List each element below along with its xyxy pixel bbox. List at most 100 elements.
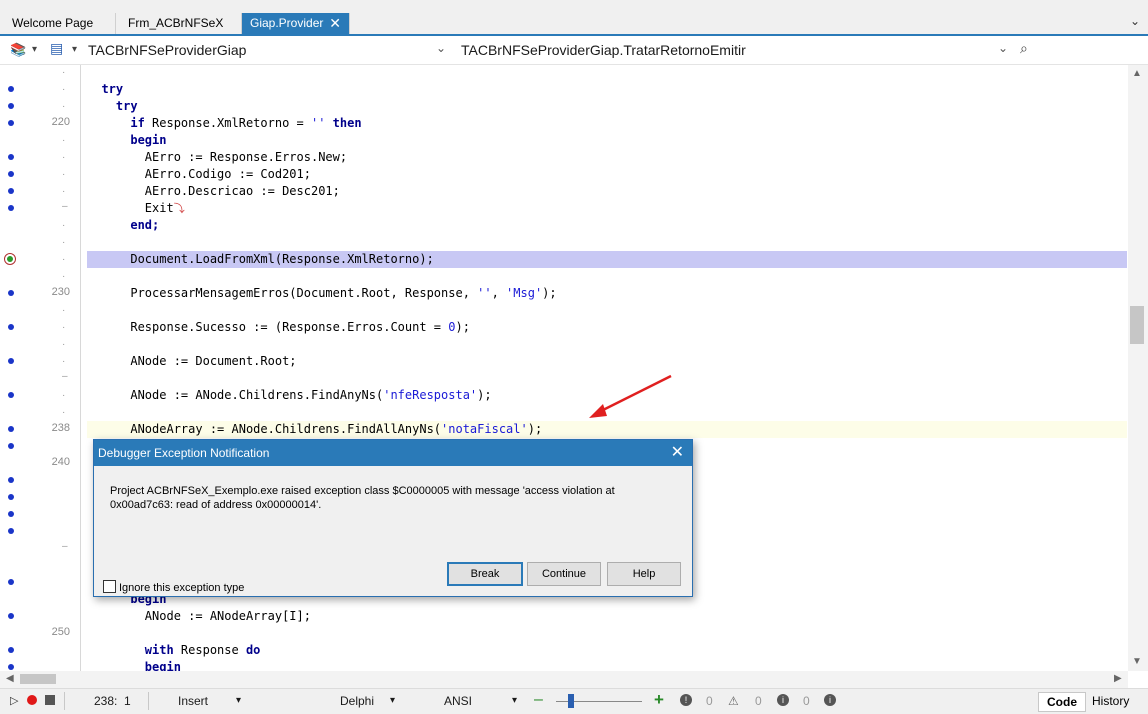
editor-gutter[interactable]: · · · 220 · · · · – · · · · 230 · · · · … [0, 65, 81, 671]
tab-welcome-page[interactable]: Welcome Page [0, 13, 116, 34]
keymap-selector[interactable]: Delphi [340, 694, 374, 708]
code-text: ANode := ANodeArray[I]; [144, 609, 311, 623]
breakpoint-dot[interactable] [8, 579, 14, 585]
keyword: with [144, 643, 174, 657]
history-tab-label: History [1092, 694, 1130, 708]
vertical-scroll-thumb[interactable] [1130, 306, 1144, 344]
breakpoint-dot[interactable] [8, 443, 14, 449]
method-combo[interactable]: TACBrNFSeProviderGiap.TratarRetornoEmiti… [461, 40, 981, 60]
exit-arrow-icon: ⤵ [173, 202, 185, 215]
horizontal-scrollbar[interactable] [0, 671, 1128, 688]
keyword: begin [130, 133, 167, 147]
breakpoint-dot[interactable] [8, 103, 14, 109]
breakpoint-dot[interactable] [8, 188, 14, 194]
class-combo-chevron-icon[interactable]: ⌄ [436, 41, 446, 55]
breakpoint-dot[interactable] [8, 154, 14, 160]
project-icon[interactable]: 📚 [10, 42, 26, 58]
breakpoint-dot[interactable] [8, 205, 14, 211]
keymap-dropdown-icon[interactable]: ▾ [390, 695, 395, 706]
info-icon[interactable]: i [824, 694, 836, 706]
tab-frm-acbrnfsex[interactable]: Frm_ACBrNFSeX [116, 13, 242, 34]
chevron-down-icon[interactable]: ▾ [72, 44, 77, 55]
status-bar: ▷ 238: 1 Insert ▾ Delphi ▾ ANSI ▾ – + ! … [0, 688, 1148, 714]
code-line: if Response.XmlRetorno = '' then [87, 115, 1127, 132]
encoding-selector[interactable]: ANSI [444, 694, 472, 708]
play-icon[interactable]: ▷ [10, 694, 18, 707]
error-icon[interactable]: ! [680, 694, 692, 706]
code-text: ANode := ANode.Childrens.FindAnyNs( [130, 388, 384, 402]
stop-icon[interactable] [45, 695, 55, 705]
checkbox-box[interactable] [103, 580, 116, 593]
hint-count: 0 [803, 694, 810, 708]
breakpoint-dot[interactable] [8, 86, 14, 92]
break-button[interactable]: Break [447, 562, 523, 586]
hint-icon[interactable]: i [777, 694, 789, 706]
breakpoint-dot[interactable] [8, 477, 14, 483]
breakpoint-dot[interactable] [8, 528, 14, 534]
tab-label: Frm_ACBrNFSeX [128, 16, 224, 30]
ignore-exception-checkbox[interactable]: Ignore this exception type [103, 580, 244, 594]
warning-icon[interactable]: ⚠ [728, 694, 739, 708]
breakpoint-dot[interactable] [8, 613, 14, 619]
tab-giap-provider[interactable]: Giap.Provider ✕ [242, 13, 350, 34]
scroll-left-icon[interactable]: ◀ [6, 673, 14, 684]
breakpoint-dot[interactable] [8, 358, 14, 364]
dialog-title-bar[interactable]: Debugger Exception Notification ✕ [94, 440, 692, 466]
class-list-icon[interactable]: ▤ [50, 40, 63, 57]
gutter-tick: · [62, 390, 66, 401]
continue-button[interactable]: Continue [527, 562, 601, 586]
string-literal: '' [310, 116, 326, 130]
scroll-right-icon[interactable]: ▶ [1114, 673, 1122, 684]
tab-list-chevron-icon[interactable]: ⌄ [1130, 14, 1140, 28]
gutter-tick: · [62, 152, 66, 163]
breakpoint-dot[interactable] [8, 647, 14, 653]
breakpoint-dot[interactable] [8, 120, 14, 126]
gutter-tick: – [62, 371, 68, 382]
breakpoint-dot[interactable] [8, 664, 14, 670]
gutter-tick: · [62, 356, 66, 367]
gutter-tick: · [62, 322, 66, 333]
chevron-down-icon[interactable]: ▾ [32, 44, 37, 55]
gutter-tick: · [62, 271, 66, 282]
help-button[interactable]: Help [607, 562, 681, 586]
search-icon[interactable]: ⌕ [1020, 40, 1028, 57]
breakpoint-dot[interactable] [8, 511, 14, 517]
code-navigation-bar: 📚 ▾ ▤ ▾ TACBrNFSeProviderGiap ⌄ TACBrNFS… [0, 36, 1148, 65]
zoom-out-icon[interactable]: – [534, 691, 543, 709]
close-tab-icon[interactable]: ✕ [329, 13, 341, 33]
insert-mode[interactable]: Insert [178, 694, 208, 708]
zoom-slider-thumb[interactable] [568, 694, 574, 708]
encoding-dropdown-icon[interactable]: ▾ [512, 695, 517, 706]
record-icon[interactable] [27, 695, 37, 705]
breakpoint-dot[interactable] [8, 392, 14, 398]
code-text: AErro.Descricao := Desc201; [144, 184, 340, 198]
code-text: Response.XmlRetorno = [144, 116, 311, 130]
breakpoint-dot[interactable] [8, 494, 14, 500]
execution-point-icon [4, 253, 16, 265]
divider [64, 692, 65, 710]
gutter-tick: · [62, 407, 66, 418]
breakpoint-dot[interactable] [8, 290, 14, 296]
code-text: ); [527, 422, 543, 436]
code-tab-label: Code [1047, 695, 1077, 709]
scroll-up-icon[interactable]: ▲ [1132, 68, 1142, 79]
mode-dropdown-icon[interactable]: ▾ [236, 695, 241, 706]
breakpoint-dot[interactable] [8, 324, 14, 330]
annotation-arrow-icon [589, 374, 672, 418]
horizontal-scroll-thumb[interactable] [20, 674, 56, 684]
method-combo-chevron-icon[interactable]: ⌄ [998, 41, 1008, 55]
breakpoint-dot[interactable] [8, 426, 14, 432]
line-number: 238 [51, 422, 70, 434]
code-line: Exit⤵ [87, 200, 1127, 217]
code-view-tab[interactable]: Code [1038, 692, 1086, 712]
history-view-tab[interactable]: History [1084, 692, 1137, 710]
gutter-tick: · [62, 135, 66, 146]
scroll-down-icon[interactable]: ▼ [1132, 656, 1142, 667]
editor-tab-bar: Welcome Page Frm_ACBrNFSeX Giap.Provider… [0, 0, 1148, 35]
close-icon[interactable]: ✕ [671, 440, 684, 466]
class-combo[interactable]: TACBrNFSeProviderGiap [88, 40, 418, 60]
gutter-tick: · [62, 84, 66, 95]
breakpoint-dot[interactable] [8, 171, 14, 177]
zoom-in-icon[interactable]: + [654, 690, 664, 710]
vertical-scrollbar[interactable] [1128, 65, 1148, 671]
